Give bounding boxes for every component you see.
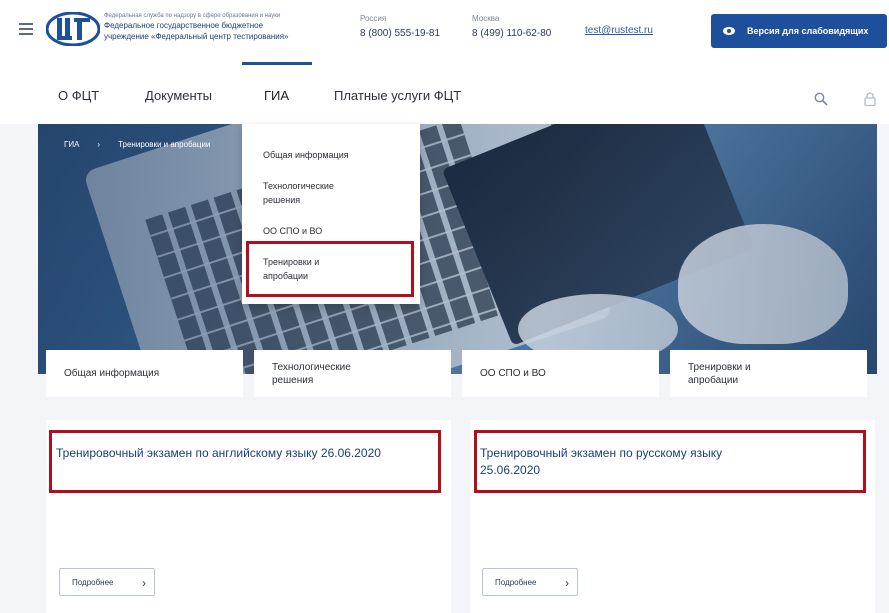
main-nav: О ФЦТ Документы ГИА Платные услуги ФЦТ (0, 62, 889, 124)
hero-banner (38, 124, 877, 374)
nav-item-gia[interactable]: ГИА (264, 88, 289, 103)
chevron-right-icon: › (565, 576, 569, 590)
dropdown-item-trainings[interactable]: Тренировки и апробации (263, 255, 358, 283)
contact-moscow: Москва 8 (499) 110-62-80 (472, 14, 551, 41)
dropdown-item-tech-solutions[interactable]: Технологические решения (263, 179, 358, 207)
tile-oo-spo-vo[interactable]: ОО СПО и ВО (462, 350, 659, 397)
breadcrumb-item-gia[interactable]: ГИА (64, 140, 79, 149)
nav-item-paid-services[interactable]: Платные услуги ФЦТ (334, 88, 461, 103)
nav-item-documents[interactable]: Документы (145, 88, 212, 103)
dropdown-item-oo-spo-vo[interactable]: ОО СПО и ВО (263, 224, 403, 238)
low-vision-button[interactable]: Версия для слабовидящих (711, 14, 887, 48)
more-button-label: Подробнее (72, 577, 114, 587)
hamburger-icon[interactable] (19, 23, 33, 35)
more-button-label: Подробнее (495, 577, 537, 587)
site-header: Федеральная служба по надзору в сфере об… (0, 0, 889, 62)
hero-overlay (38, 124, 877, 374)
contact-label: Москва (472, 14, 500, 23)
low-vision-label: Версия для слабовидящих (747, 26, 869, 36)
lock-icon[interactable] (864, 92, 876, 106)
search-icon[interactable] (814, 92, 828, 106)
org-line-3: учреждение «Федеральный центр тестирован… (104, 32, 289, 41)
more-button[interactable]: Подробнее › (59, 568, 155, 596)
tile-label: Тренировки и апробации (688, 361, 751, 386)
organization-name: Федеральная служба по надзору в сфере об… (104, 12, 354, 42)
org-line-1: Федеральная служба по надзору в сфере об… (104, 13, 281, 19)
tile-trainings[interactable]: Тренировки и апробации (670, 350, 867, 397)
more-button[interactable]: Подробнее › (482, 568, 578, 596)
fct-logo-icon[interactable] (46, 12, 100, 46)
tile-tech-solutions[interactable]: Технологические решения (254, 350, 451, 397)
breadcrumb: ГИА › Тренировки и апробации (64, 140, 210, 149)
org-line-2: Федеральное государственное бюджетное (104, 21, 264, 30)
tile-label: Общая информация (64, 368, 160, 379)
tile-label: Технологические решения (272, 361, 351, 386)
contact-label: Россия (360, 14, 387, 23)
dropdown-item-general-info[interactable]: Общая информация (263, 148, 403, 162)
eye-icon (723, 27, 735, 35)
breadcrumb-item-current: Тренировки и апробации (118, 140, 211, 149)
breadcrumb-separator-icon: › (97, 140, 101, 149)
email-link[interactable]: test@rustest.ru (585, 25, 653, 36)
gia-dropdown-menu: Общая информация Технологические решения… (242, 124, 420, 304)
tile-label: ОО СПО и ВО (480, 368, 546, 379)
nav-item-about[interactable]: О ФЦТ (58, 88, 99, 103)
contact-phone[interactable]: 8 (800) 555-19-81 (360, 27, 440, 41)
chevron-right-icon: › (142, 576, 146, 590)
nav-active-indicator (242, 62, 312, 65)
card-title-highlight-box (474, 430, 866, 493)
contact-russia: Россия 8 (800) 555-19-81 (360, 14, 440, 41)
card-title-highlight-box (49, 430, 441, 493)
tile-general-info[interactable]: Общая информация (46, 350, 243, 397)
contact-phone[interactable]: 8 (499) 110-62-80 (472, 27, 551, 41)
